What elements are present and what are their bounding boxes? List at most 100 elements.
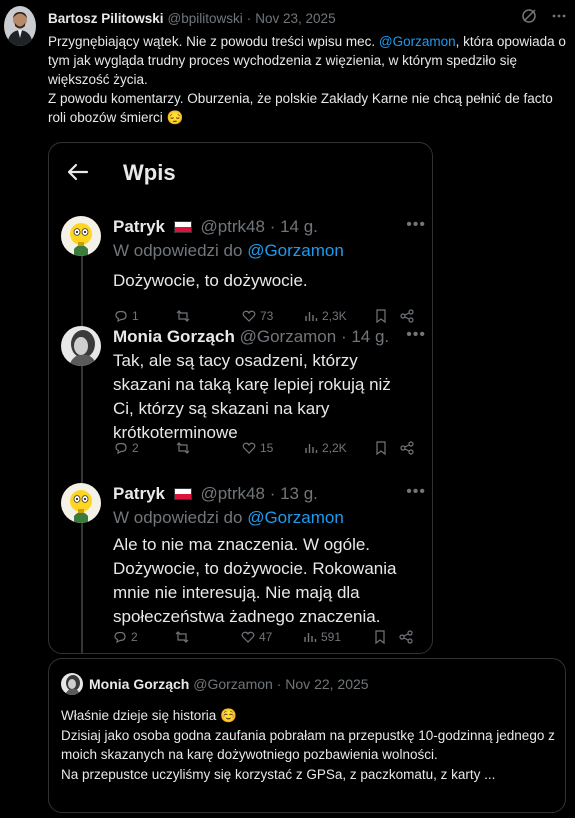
reply-avatar — [61, 326, 101, 366]
retweet-action — [175, 308, 241, 324]
in-reply-label: W odpowiedzi do — [113, 508, 248, 527]
views-count: 2,3K — [322, 309, 347, 323]
reply-author-name: Patryk — [113, 217, 165, 236]
more-horizontal-icon[interactable] — [551, 8, 567, 29]
views-icon — [305, 444, 318, 453]
reply-avatar — [61, 216, 101, 256]
author-name[interactable]: Bartosz Pilitowski — [48, 11, 164, 26]
reply-author-handle: @ptrk48 — [200, 484, 265, 503]
bookmark-icon — [376, 441, 386, 456]
quoted-tweet-header: Monia Gorząch @Gorzamon · Nov 22, 2025 — [61, 673, 369, 695]
reply-author-handle: @ptrk48 — [200, 217, 265, 236]
author-handle[interactable]: @bpilitowski — [168, 11, 243, 26]
quoted-date: Nov 22, 2025 — [285, 676, 369, 692]
comment-action: 1 — [113, 308, 175, 324]
retweet-action — [174, 629, 240, 645]
tweet-text: Przygnębiający wątek. Nie z powodu treśc… — [48, 32, 568, 127]
heart-icon — [242, 310, 256, 322]
quoted-author-handle: @Gorzamon — [193, 676, 273, 692]
heart-icon — [241, 631, 255, 643]
share-icon — [400, 441, 414, 455]
reply-header: Patryk @ptrk48 · 13 g. — [113, 483, 318, 505]
reply-time: · 14 g. — [269, 217, 318, 236]
more-icon: ••• — [406, 216, 426, 233]
views-count: 2,2K — [322, 441, 347, 455]
comment-action: 2 — [113, 440, 175, 456]
quoted-author-name: Monia Gorząch — [89, 676, 190, 692]
mention-link[interactable]: @Gorzamon — [379, 34, 456, 49]
in-reply-mention: @Gorzamon — [247, 508, 344, 527]
in-reply-mention: @Gorzamon — [247, 241, 344, 260]
heart-icon — [242, 442, 256, 454]
retweet-icon — [175, 631, 189, 643]
more-icon: ••• — [406, 326, 426, 343]
tweet-header-actions — [521, 8, 567, 29]
in-reply-to: W odpowiedzi do @Gorzamon — [113, 240, 344, 262]
like-action: 73 — [241, 308, 303, 324]
retweet-icon — [176, 442, 190, 454]
reply-text: Dożywocie, to dożywocie. — [113, 271, 308, 290]
in-reply-to: W odpowiedzi do @Gorzamon — [113, 507, 344, 529]
bookmark-icon — [376, 309, 386, 324]
tweet-text-part: Przygnębiający wątek. Nie z powodu treśc… — [48, 34, 379, 49]
comment-count: 2 — [131, 630, 138, 644]
reply-item: Monia Gorząch @Gorzamon · 14 g. ••• Tak,… — [61, 326, 426, 486]
like-action: 47 — [240, 629, 302, 645]
reply-header: Patryk @ptrk48 · 14 g. — [113, 216, 318, 238]
comment-count: 2 — [132, 441, 139, 455]
like-count: 15 — [260, 441, 274, 455]
like-count: 73 — [260, 309, 274, 323]
bookmark-action — [373, 440, 399, 456]
quoted-tweet-text: Właśnie dzieje się historia ☺️ Dzisiaj j… — [61, 706, 561, 784]
bookmark-icon — [375, 630, 385, 645]
poland-flag-icon — [173, 488, 192, 500]
quoted-separator: · — [276, 676, 282, 692]
like-action: 15 — [241, 440, 303, 456]
tweet-date[interactable]: Nov 23, 2025 — [255, 11, 335, 26]
views-action: 2,3K — [303, 308, 373, 324]
reply-header: Monia Gorząch @Gorzamon · 14 g. — [113, 326, 389, 348]
grok-icon[interactable] — [521, 8, 537, 29]
views-icon — [305, 312, 318, 321]
reply-item: Patryk @ptrk48 · 13 g. ••• W odpowiedzi … — [61, 483, 426, 648]
views-icon — [304, 633, 317, 642]
retweet-icon — [176, 310, 190, 322]
like-count: 47 — [259, 630, 273, 644]
smiling-emoji: ☺️ — [220, 708, 237, 723]
views-action: 591 — [302, 629, 372, 645]
reply-actions: 2 15 2,2K — [113, 438, 423, 458]
reply-author-name: Monia Gorząch — [113, 327, 235, 346]
retweet-action — [175, 440, 241, 456]
share-action — [399, 308, 415, 324]
reply-avatar — [61, 483, 101, 523]
quoted-author-avatar — [61, 673, 83, 695]
quoted-line: Dzisiaj jako osoba godna zaufania pobrał… — [61, 727, 555, 763]
back-arrow-icon — [67, 163, 89, 181]
reply-actions: 1 73 2,3K — [113, 306, 423, 326]
quoted-line: Na przepustce uczyliśmy się korzystać z … — [61, 766, 496, 782]
reply-author-name: Patryk — [113, 484, 165, 503]
comment-count: 1 — [132, 309, 139, 323]
share-action — [399, 440, 415, 456]
quoted-line: Właśnie dzieje się historia — [61, 708, 217, 723]
quoted-tweet[interactable]: Monia Gorząch @Gorzamon · Nov 22, 2025 W… — [48, 658, 566, 813]
reply-actions: 2 47 591 — [112, 627, 422, 647]
comment-icon — [115, 310, 127, 323]
reply-text: Tak, ale są tacy osadzeni, którzy skazan… — [113, 351, 391, 442]
reply-text: Ale to nie ma znaczenia. W ogóle. Dożywo… — [113, 535, 397, 626]
bookmark-action — [373, 308, 399, 324]
author-avatar[interactable] — [4, 6, 36, 46]
views-action: 2,2K — [303, 440, 373, 456]
comment-action: 2 — [112, 629, 174, 645]
reply-author-handle: @Gorzamon — [239, 327, 337, 346]
more-icon: ••• — [406, 483, 426, 500]
embedded-screenshot[interactable]: Wpis Patryk @ptrk48 · 14 g. ••• W odpowi… — [48, 142, 433, 654]
comment-icon — [114, 631, 126, 644]
bookmark-action — [372, 629, 398, 645]
share-action — [398, 629, 414, 645]
tweet-header: Bartosz Pilitowski @bpilitowski · Nov 23… — [48, 8, 567, 28]
pensive-emoji: 😔 — [166, 110, 184, 125]
in-reply-label: W odpowiedzi do — [113, 241, 248, 260]
share-icon — [399, 630, 413, 644]
reply-time: · 13 g. — [269, 484, 318, 503]
